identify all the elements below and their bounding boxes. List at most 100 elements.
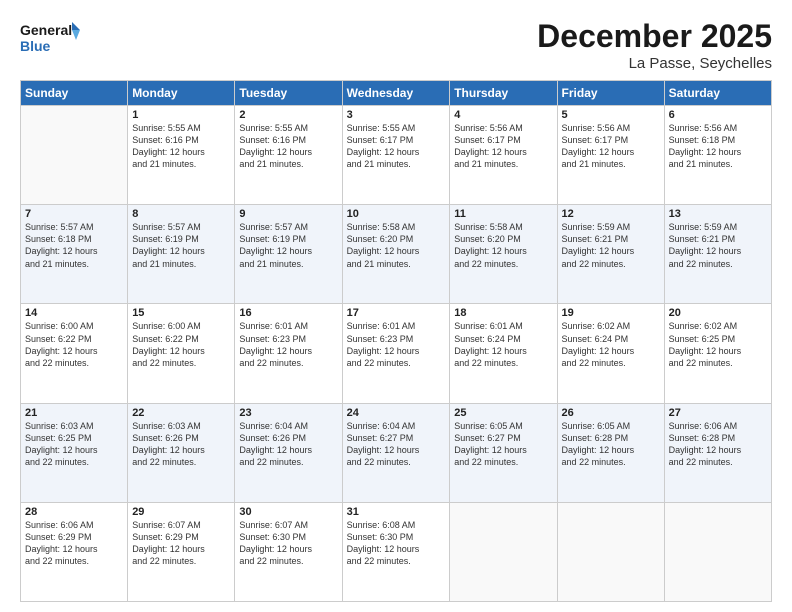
day-cell: 27Sunrise: 6:06 AMSunset: 6:28 PMDayligh…: [664, 403, 771, 502]
day-cell: 26Sunrise: 6:05 AMSunset: 6:28 PMDayligh…: [557, 403, 664, 502]
day-info: Sunrise: 5:58 AMSunset: 6:20 PMDaylight:…: [454, 221, 552, 270]
day-cell: 8Sunrise: 5:57 AMSunset: 6:19 PMDaylight…: [128, 205, 235, 304]
day-cell: 19Sunrise: 6:02 AMSunset: 6:24 PMDayligh…: [557, 304, 664, 403]
month-title: December 2025: [537, 18, 772, 55]
day-cell: 18Sunrise: 6:01 AMSunset: 6:24 PMDayligh…: [450, 304, 557, 403]
day-cell: 17Sunrise: 6:01 AMSunset: 6:23 PMDayligh…: [342, 304, 450, 403]
day-number: 1: [132, 109, 230, 121]
day-number: 4: [454, 109, 552, 121]
day-cell: 20Sunrise: 6:02 AMSunset: 6:25 PMDayligh…: [664, 304, 771, 403]
header: General Blue December 2025 La Passe, Sey…: [20, 18, 772, 72]
day-info: Sunrise: 6:02 AMSunset: 6:25 PMDaylight:…: [669, 320, 767, 369]
day-info: Sunrise: 6:07 AMSunset: 6:29 PMDaylight:…: [132, 519, 230, 568]
day-info: Sunrise: 6:04 AMSunset: 6:27 PMDaylight:…: [347, 420, 446, 469]
day-cell: 30Sunrise: 6:07 AMSunset: 6:30 PMDayligh…: [235, 502, 342, 601]
day-cell: [557, 502, 664, 601]
day-number: 27: [669, 407, 767, 419]
day-info: Sunrise: 5:57 AMSunset: 6:18 PMDaylight:…: [25, 221, 123, 270]
col-header-saturday: Saturday: [664, 81, 771, 106]
day-number: 18: [454, 307, 552, 319]
logo-svg: General Blue: [20, 18, 80, 58]
col-header-sunday: Sunday: [21, 81, 128, 106]
day-number: 25: [454, 407, 552, 419]
day-cell: 14Sunrise: 6:00 AMSunset: 6:22 PMDayligh…: [21, 304, 128, 403]
day-number: 15: [132, 307, 230, 319]
day-number: 14: [25, 307, 123, 319]
col-header-wednesday: Wednesday: [342, 81, 450, 106]
day-number: 22: [132, 407, 230, 419]
col-header-friday: Friday: [557, 81, 664, 106]
day-cell: 15Sunrise: 6:00 AMSunset: 6:22 PMDayligh…: [128, 304, 235, 403]
week-row-2: 7Sunrise: 5:57 AMSunset: 6:18 PMDaylight…: [21, 205, 772, 304]
day-info: Sunrise: 6:01 AMSunset: 6:23 PMDaylight:…: [239, 320, 337, 369]
week-row-5: 28Sunrise: 6:06 AMSunset: 6:29 PMDayligh…: [21, 502, 772, 601]
col-header-thursday: Thursday: [450, 81, 557, 106]
day-cell: 6Sunrise: 5:56 AMSunset: 6:18 PMDaylight…: [664, 106, 771, 205]
week-row-1: 1Sunrise: 5:55 AMSunset: 6:16 PMDaylight…: [21, 106, 772, 205]
day-number: 7: [25, 208, 123, 220]
day-number: 30: [239, 506, 337, 518]
day-cell: [664, 502, 771, 601]
col-header-monday: Monday: [128, 81, 235, 106]
day-number: 8: [132, 208, 230, 220]
day-info: Sunrise: 6:03 AMSunset: 6:25 PMDaylight:…: [25, 420, 123, 469]
day-info: Sunrise: 5:55 AMSunset: 6:16 PMDaylight:…: [132, 122, 230, 171]
title-block: December 2025 La Passe, Seychelles: [537, 18, 772, 72]
day-cell: 4Sunrise: 5:56 AMSunset: 6:17 PMDaylight…: [450, 106, 557, 205]
day-info: Sunrise: 5:55 AMSunset: 6:17 PMDaylight:…: [347, 122, 446, 171]
day-cell: [450, 502, 557, 601]
day-number: 5: [562, 109, 660, 121]
day-cell: 12Sunrise: 5:59 AMSunset: 6:21 PMDayligh…: [557, 205, 664, 304]
day-number: 11: [454, 208, 552, 220]
day-number: 17: [347, 307, 446, 319]
week-row-4: 21Sunrise: 6:03 AMSunset: 6:25 PMDayligh…: [21, 403, 772, 502]
day-cell: 1Sunrise: 5:55 AMSunset: 6:16 PMDaylight…: [128, 106, 235, 205]
day-number: 19: [562, 307, 660, 319]
day-info: Sunrise: 5:58 AMSunset: 6:20 PMDaylight:…: [347, 221, 446, 270]
day-number: 21: [25, 407, 123, 419]
day-info: Sunrise: 6:01 AMSunset: 6:23 PMDaylight:…: [347, 320, 446, 369]
day-number: 23: [239, 407, 337, 419]
day-cell: 7Sunrise: 5:57 AMSunset: 6:18 PMDaylight…: [21, 205, 128, 304]
day-cell: 22Sunrise: 6:03 AMSunset: 6:26 PMDayligh…: [128, 403, 235, 502]
day-info: Sunrise: 6:06 AMSunset: 6:29 PMDaylight:…: [25, 519, 123, 568]
day-cell: 2Sunrise: 5:55 AMSunset: 6:16 PMDaylight…: [235, 106, 342, 205]
day-cell: 13Sunrise: 5:59 AMSunset: 6:21 PMDayligh…: [664, 205, 771, 304]
day-number: 2: [239, 109, 337, 121]
day-cell: 10Sunrise: 5:58 AMSunset: 6:20 PMDayligh…: [342, 205, 450, 304]
day-number: 9: [239, 208, 337, 220]
day-info: Sunrise: 6:02 AMSunset: 6:24 PMDaylight:…: [562, 320, 660, 369]
day-number: 3: [347, 109, 446, 121]
day-number: 10: [347, 208, 446, 220]
day-info: Sunrise: 6:07 AMSunset: 6:30 PMDaylight:…: [239, 519, 337, 568]
svg-text:General: General: [20, 22, 72, 38]
day-number: 24: [347, 407, 446, 419]
day-info: Sunrise: 5:59 AMSunset: 6:21 PMDaylight:…: [562, 221, 660, 270]
day-info: Sunrise: 5:59 AMSunset: 6:21 PMDaylight:…: [669, 221, 767, 270]
day-info: Sunrise: 6:01 AMSunset: 6:24 PMDaylight:…: [454, 320, 552, 369]
logo: General Blue: [20, 18, 80, 58]
day-info: Sunrise: 6:00 AMSunset: 6:22 PMDaylight:…: [132, 320, 230, 369]
calendar-table: SundayMondayTuesdayWednesdayThursdayFrid…: [20, 80, 772, 602]
day-info: Sunrise: 6:03 AMSunset: 6:26 PMDaylight:…: [132, 420, 230, 469]
day-cell: 5Sunrise: 5:56 AMSunset: 6:17 PMDaylight…: [557, 106, 664, 205]
location: La Passe, Seychelles: [537, 55, 772, 72]
day-number: 6: [669, 109, 767, 121]
day-info: Sunrise: 6:08 AMSunset: 6:30 PMDaylight:…: [347, 519, 446, 568]
calendar-page: General Blue December 2025 La Passe, Sey…: [0, 0, 792, 612]
day-cell: 25Sunrise: 6:05 AMSunset: 6:27 PMDayligh…: [450, 403, 557, 502]
day-cell: 9Sunrise: 5:57 AMSunset: 6:19 PMDaylight…: [235, 205, 342, 304]
day-info: Sunrise: 5:56 AMSunset: 6:17 PMDaylight:…: [454, 122, 552, 171]
day-cell: 31Sunrise: 6:08 AMSunset: 6:30 PMDayligh…: [342, 502, 450, 601]
day-number: 29: [132, 506, 230, 518]
day-info: Sunrise: 6:04 AMSunset: 6:26 PMDaylight:…: [239, 420, 337, 469]
day-cell: 28Sunrise: 6:06 AMSunset: 6:29 PMDayligh…: [21, 502, 128, 601]
svg-text:Blue: Blue: [20, 38, 51, 54]
day-info: Sunrise: 6:00 AMSunset: 6:22 PMDaylight:…: [25, 320, 123, 369]
day-number: 16: [239, 307, 337, 319]
day-number: 26: [562, 407, 660, 419]
day-cell: 21Sunrise: 6:03 AMSunset: 6:25 PMDayligh…: [21, 403, 128, 502]
day-info: Sunrise: 5:57 AMSunset: 6:19 PMDaylight:…: [239, 221, 337, 270]
day-info: Sunrise: 6:06 AMSunset: 6:28 PMDaylight:…: [669, 420, 767, 469]
day-cell: 16Sunrise: 6:01 AMSunset: 6:23 PMDayligh…: [235, 304, 342, 403]
